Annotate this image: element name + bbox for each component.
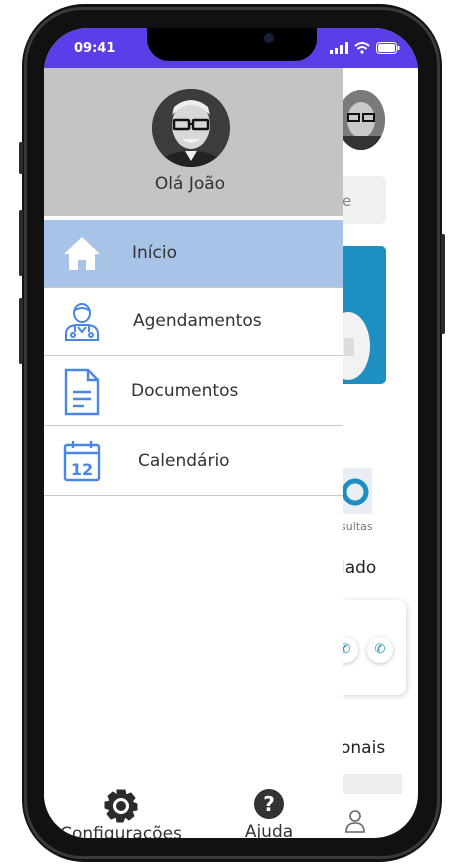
call-icon[interactable]: ✆ [367, 637, 393, 663]
greeting-text: Olá João [154, 174, 226, 194]
status-bar: 09:41 [44, 28, 418, 68]
menu-item-documentos[interactable]: Documentos [44, 358, 343, 426]
wifi-icon [354, 42, 370, 54]
volume-up-button [19, 142, 23, 174]
menu-item-agendamentos[interactable]: Agendamentos [44, 288, 343, 356]
drawer-header: Olá João [44, 68, 343, 216]
help-button[interactable]: ? Ajuda [219, 786, 319, 838]
mute-switch [19, 298, 23, 364]
settings-button[interactable]: Configurações [56, 786, 186, 838]
volume-down-button [19, 210, 23, 276]
user-icon[interactable] [344, 808, 366, 838]
gear-icon [104, 789, 138, 823]
background-search-text: e [342, 192, 352, 210]
status-time: 09:41 [74, 41, 116, 56]
settings-label: Configurações [60, 824, 182, 838]
camera-icon [264, 33, 274, 43]
menu-item-calendario[interactable]: 12 Calendário [44, 428, 343, 496]
doctor-icon [65, 303, 99, 341]
battery-icon [376, 42, 400, 54]
calendar-icon: 12 [63, 441, 101, 482]
screen: e sultas lado ✆ ✆ onais 09:41 Olá João I… [44, 28, 418, 838]
drawer-footer: Configurações ? Ajuda [44, 786, 343, 838]
notch [147, 28, 317, 61]
profile-avatar[interactable] [152, 89, 230, 167]
background-section-title-2: onais [340, 738, 386, 758]
help-label: Ajuda [244, 822, 294, 838]
home-icon [64, 237, 100, 270]
calendar-day-number: 12 [71, 460, 93, 479]
navigation-drawer: Olá João Início Agendamentos Documentos … [44, 68, 343, 838]
background-placeholder-bar [340, 774, 402, 794]
menu-item-label: Documentos [131, 381, 239, 401]
background-avatar[interactable] [337, 90, 385, 150]
svg-text:?: ? [263, 792, 275, 816]
menu-item-label: Agendamentos [133, 311, 262, 331]
background-banner-card[interactable] [326, 246, 386, 384]
status-icons [330, 42, 400, 54]
menu-item-label: Calendário [138, 451, 230, 471]
background-consultas-icon[interactable] [338, 468, 372, 514]
menu-item-label: Início [132, 243, 177, 263]
help-icon: ? [254, 789, 284, 819]
background-consultas-label: sultas [340, 520, 373, 533]
menu-item-inicio[interactable]: Início [44, 220, 343, 288]
power-button [441, 234, 445, 334]
background-section-title: lado [340, 558, 377, 578]
document-icon [64, 368, 100, 416]
signal-icon [330, 42, 348, 54]
